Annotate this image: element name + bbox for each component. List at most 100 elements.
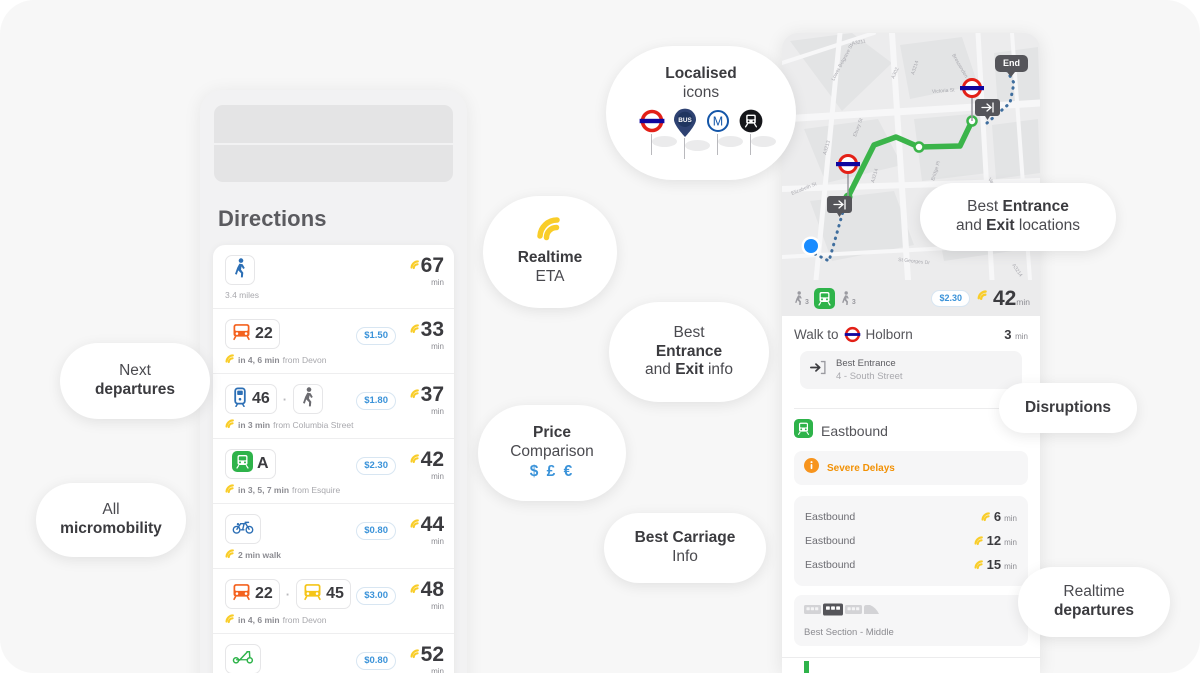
end-marker-label: End (1003, 58, 1020, 68)
origin-stop: from Esquire (292, 484, 341, 495)
direction-row[interactable]: 3.4 miles 67 min (213, 245, 454, 309)
direction-row[interactable]: 46 · in 3 min from Columbia Street $1.80 37 mi… (213, 374, 454, 439)
direction-row[interactable]: 12 min walk$0.8052min (213, 634, 454, 673)
disruption-alert[interactable]: Severe Delays (794, 451, 1028, 485)
nextdep-line1: Next (119, 362, 151, 380)
realtime-line2: ETA (535, 268, 565, 285)
direction-row[interactable]: 22 in 4, 6 min from Devon $1.50 33 min (213, 309, 454, 374)
direction-subtext: in 4, 6 min from Devon (225, 354, 442, 365)
mode-chip[interactable]: 46 (225, 384, 277, 414)
eta-block: 48 min (410, 579, 444, 611)
walk-icon-1: 3 (793, 290, 809, 306)
eta-block: 67 min (410, 254, 444, 287)
summary-eta: 42min (977, 287, 1030, 311)
realtime-wifi-icon (410, 385, 420, 403)
svg-text:BUS: BUS (678, 117, 692, 124)
realtime-wifi-icon (981, 508, 991, 526)
poster-canvas: Directions 3.4 miles 67 min 22 in 4, 6 min fr… (0, 0, 1200, 673)
entrance-title: Best Entrance (836, 358, 896, 369)
callout-all-micromobility: All micromobility (36, 483, 186, 557)
mode-chip[interactable]: 22 (225, 579, 280, 609)
mode-chip[interactable]: 22 (225, 319, 280, 349)
realtime-wifi-icon (410, 645, 420, 663)
direction-subtext: 3.4 miles (225, 290, 442, 300)
localised-pin-row: BUS M (639, 108, 776, 159)
tram-icon (232, 386, 248, 412)
realtime-wifi-icon (225, 614, 235, 625)
map-end-marker[interactable]: End (995, 55, 1028, 77)
tube-roundel-pin (639, 108, 677, 155)
metro-icon (794, 419, 813, 443)
carriage-diagram-icon (804, 603, 879, 616)
tube-roundel-icon (844, 326, 861, 343)
callout-next-departures: Next departures (60, 343, 210, 419)
localised-line2: icons (682, 84, 720, 101)
eta-unit: min (431, 602, 444, 611)
eta-value: 67 (420, 254, 444, 277)
route-number: 22 (255, 585, 273, 602)
skeleton-divider (214, 143, 453, 145)
departure-eta-unit: min (1004, 514, 1017, 523)
walk-step-prefix: Walk to (794, 327, 839, 342)
bus-icon (232, 322, 251, 346)
summary-eta-unit: min (1016, 297, 1030, 307)
direction-subtext: in 4, 6 min from Devon (225, 614, 442, 625)
realtime-wifi-icon (225, 354, 235, 365)
bicycle-icon (232, 519, 254, 540)
scooter-icon (232, 649, 254, 670)
realtime-wifi-icon (410, 256, 420, 274)
right-phone-mockup: Victoria St Bressenden Pl Lower Belgrave… (782, 33, 1040, 673)
walk-icon-2: 3 (840, 290, 856, 306)
route-summary-bar[interactable]: 3 3 $2.30 42min (782, 280, 1040, 316)
departure-row[interactable]: Eastbound 6 min (805, 505, 1017, 529)
callout-realtime-eta: Realtime ETA (483, 196, 617, 308)
eta-unit: min (431, 667, 444, 673)
departure-row[interactable]: Eastbound 15 min (805, 553, 1017, 577)
walk-step-station: Holborn (865, 327, 913, 342)
entloc-line2: and Exit locations (955, 217, 1081, 234)
mode-chip[interactable] (225, 255, 255, 285)
disruption-text: Severe Delays (827, 462, 895, 474)
entrance-subtitle: 4 - South Street (836, 371, 903, 382)
price-badge: $1.50 (356, 327, 396, 345)
mode-chip[interactable]: 45 (296, 579, 351, 609)
walk-min-2: 3 (851, 298, 856, 306)
eta-value: 42 (420, 448, 444, 471)
best-entrance-card[interactable]: Best Entrance 4 - South Street (800, 351, 1022, 389)
price-line3: $ £ € (529, 463, 575, 481)
callout-localised-icons: Localised icons BUS M (606, 46, 796, 180)
mode-chip[interactable] (225, 514, 261, 544)
origin-stop: from Devon (282, 614, 327, 625)
mode-chip[interactable] (293, 384, 324, 414)
callout-best-carriage: Best Carriage Info (604, 513, 766, 583)
summary-eta-value: 42 (992, 287, 1017, 310)
departure-eta-value: 12 (986, 533, 1002, 548)
disrupt-line1: Disruptions (1024, 398, 1112, 416)
direction-subtext: in 3 min from Columbia Street (225, 419, 442, 430)
bus-pin: BUS (672, 108, 710, 159)
eta-block: 44 min (410, 514, 444, 546)
departure-row[interactable]: Eastbound 12 min (805, 529, 1017, 553)
metro-icon (813, 287, 835, 309)
station-footer-row[interactable]: Holborn (782, 657, 1040, 673)
realtime-wifi-icon (225, 484, 235, 495)
localised-line1: Localised (665, 65, 737, 83)
carriage-line2: Info (672, 548, 698, 565)
best-carriage-card[interactable]: Best Section - Middle (794, 595, 1028, 646)
mode-chip[interactable]: A (225, 449, 276, 479)
micro-line2: micromobility (60, 520, 162, 537)
eta-unit: min (431, 407, 444, 416)
realtime-wifi-icon (225, 419, 235, 430)
direction-row[interactable]: 2 min walk $0.80 44 min (213, 504, 454, 569)
eta-block: 52 min (410, 644, 444, 673)
direction-row[interactable]: Ain 3, 5, 7 min from Esquire $2.30 42 min (213, 439, 454, 504)
walk-step-row[interactable]: Walk to Holborn 3 min Best Entrance 4 - … (782, 316, 1040, 399)
entinfo-line1: Best (673, 323, 705, 341)
price-badge: $2.30 (356, 457, 396, 475)
departures-list: Eastbound 6 min Eastbound 12 min Eastbound 15 mi… (794, 496, 1028, 586)
direction-row[interactable]: 22 · 45 in 4, 6 min from Devon $3.00 48 min (213, 569, 454, 634)
mode-chip[interactable] (225, 644, 261, 673)
metro-m-pin: M (705, 108, 743, 155)
bus-icon (232, 582, 251, 606)
realtime-wifi-icon (977, 290, 992, 309)
